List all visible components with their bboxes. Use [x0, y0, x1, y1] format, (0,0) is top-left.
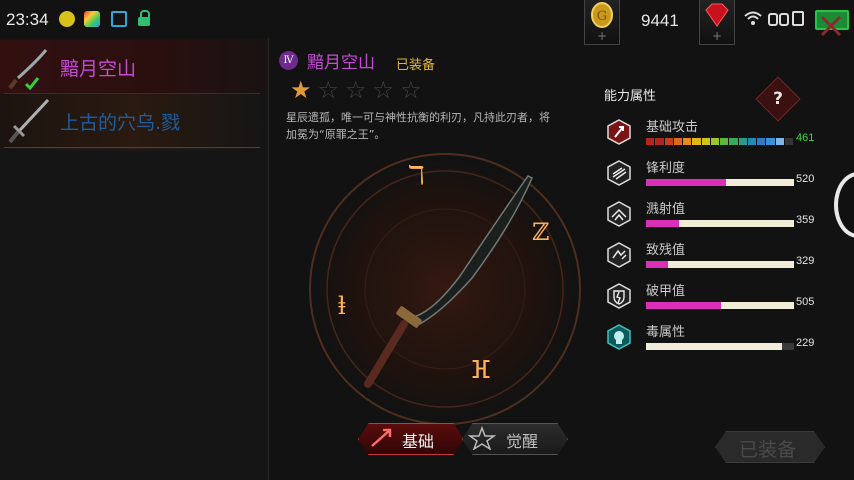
stat-value: 505: [796, 296, 815, 308]
svg-text:G: G: [597, 9, 607, 24]
stat-label: 致残值: [646, 243, 686, 258]
attributes-title: 能力属性: [604, 89, 657, 104]
stat-label: 毒属性: [646, 325, 686, 340]
awaken-star-icon: [468, 426, 496, 450]
gold-coin-icon: G +: [591, 2, 613, 43]
stat-row: 基础攻击 461: [606, 118, 826, 154]
star-icon: ☆: [317, 76, 346, 104]
equip-button-label: 已装备: [739, 439, 797, 461]
rune-glyph: ℤ: [532, 218, 550, 246]
stat-value: 520: [796, 173, 815, 185]
stat-value: 329: [796, 255, 815, 267]
signal-icon: [768, 11, 804, 26]
weapon-list-item[interactable]: 黯月空山: [0, 40, 268, 96]
stat-bar: [646, 138, 794, 145]
stat-label: 溅射值: [646, 202, 686, 217]
tab-label: 基础: [402, 432, 435, 451]
status-bar: 23:34 G + 9441 +: [0, 0, 854, 45]
stat-value: 359: [796, 214, 815, 226]
help-button[interactable]: ?: [755, 76, 801, 122]
star-icon: ☆: [372, 76, 401, 104]
stat-label: 基础攻击: [646, 120, 699, 135]
splash-icon: [607, 201, 631, 227]
star-rating: ★☆☆☆☆: [290, 76, 428, 104]
sharpness-icon: [607, 160, 631, 186]
lock-icon: [138, 17, 150, 26]
poison-icon: [607, 324, 631, 350]
stat-row: 溅射值 359: [606, 200, 826, 236]
rune-glyph: ⴼ: [470, 356, 491, 384]
stat-bar-fill: [646, 220, 679, 227]
close-icon[interactable]: [816, 14, 846, 38]
weapon-name: 上古的穴乌.戮: [60, 112, 181, 134]
gold-currency-tab[interactable]: G +: [584, 0, 620, 45]
stat-value: 229: [796, 337, 815, 349]
stat-row: 致残值 329: [606, 241, 826, 277]
equipped-tag: 已装备: [396, 58, 436, 73]
attack-icon: [607, 119, 631, 145]
weapon-list-item[interactable]: 上古的穴乌.戮: [0, 94, 268, 150]
stat-bar: [646, 302, 794, 309]
weapon-name: 黯月空山: [60, 58, 137, 80]
weapon-description: 星辰遗孤，唯一可与神性抗衡的利刃，凡持此刃者，将加冕为“原罪之王”。: [286, 111, 550, 141]
rune-glyph: ⱡ: [338, 292, 346, 320]
wifi-icon: [744, 11, 762, 25]
stat-bar: [646, 220, 794, 227]
stat-bar-fill: [646, 261, 669, 268]
sword-thumbnail-icon: [8, 98, 50, 144]
tab-awaken[interactable]: 觉醒: [462, 423, 568, 455]
weapon-list: 黯月空山 上古的穴乌.戮: [0, 38, 269, 480]
gem-currency-tab[interactable]: +: [699, 0, 735, 45]
stat-row: 锋利度 520: [606, 159, 826, 195]
stat-bar: [646, 261, 794, 268]
leaf-app-icon: [59, 11, 75, 27]
svg-text:+: +: [597, 29, 607, 43]
stat-bar-tail: [782, 343, 794, 350]
screenshot-app-icon: [111, 11, 127, 27]
coin-count: 9441: [641, 11, 679, 30]
level-badge: Ⅳ: [279, 51, 298, 70]
stat-bar: [646, 343, 794, 350]
attack-arrow-icon: [371, 428, 392, 447]
stat-row: 破甲值 505: [606, 282, 826, 318]
weapon-preview: ℸ ℤ ⱡ ⴼ: [303, 147, 587, 431]
red-gem-icon: +: [705, 3, 729, 43]
stat-label: 破甲值: [646, 284, 686, 299]
star-icon: ☆: [400, 76, 428, 104]
svg-text:+: +: [712, 29, 722, 43]
side-handle[interactable]: [834, 172, 854, 238]
stat-value: 461: [796, 132, 815, 144]
stat-bar-fill: [646, 179, 726, 186]
stat-row: 毒属性 229: [606, 323, 826, 359]
rune-glyph: ℸ: [408, 161, 425, 191]
stat-bar: [646, 179, 794, 186]
sword-thumbnail-icon: [8, 49, 48, 91]
stat-label: 锋利度: [646, 161, 686, 176]
clock: 23:34: [6, 10, 49, 29]
colorful-app-icon: [84, 11, 100, 27]
help-label: ?: [773, 89, 783, 109]
tab-basic[interactable]: 基础: [358, 423, 464, 455]
lock-shackle: [140, 10, 150, 18]
weapon-title: 黯月空山: [307, 53, 375, 73]
rune-circle-glow: [303, 147, 587, 431]
equip-button[interactable]: 已装备: [715, 431, 825, 463]
star-icon: ★: [290, 76, 318, 104]
tab-label: 觉醒: [506, 432, 539, 451]
cripple-icon: [607, 242, 631, 268]
stat-bar-fill: [646, 302, 722, 309]
armor-break-icon: [607, 283, 631, 309]
star-icon: ☆: [345, 76, 373, 104]
divider: [4, 147, 260, 148]
